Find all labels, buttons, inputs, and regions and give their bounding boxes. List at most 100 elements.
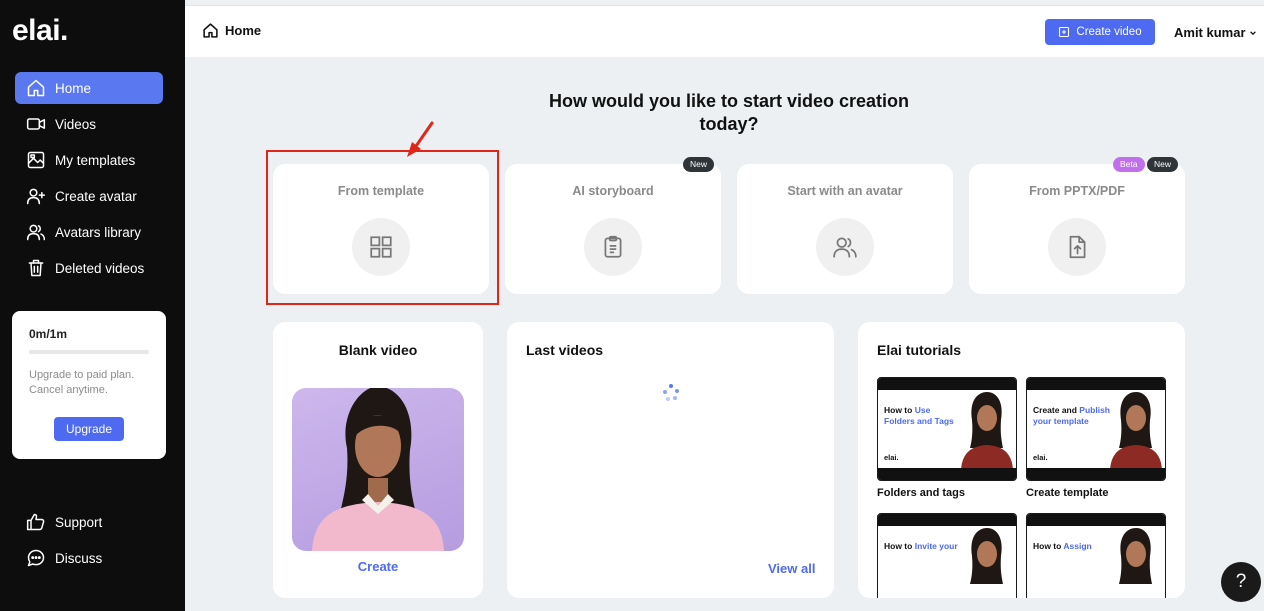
thumbs-up-icon	[26, 513, 45, 531]
sidebar-item-discuss[interactable]: Discuss	[15, 542, 163, 574]
thumb-band	[878, 378, 1016, 390]
thumb-title: Create and Publish your template	[1033, 405, 1111, 427]
pointer-arrow-icon	[407, 121, 434, 157]
sidebar-item-label: Videos	[55, 116, 97, 132]
thumb-band	[878, 468, 1016, 480]
card-title: Blank video	[338, 342, 418, 358]
option-icon-circle	[352, 218, 410, 276]
sidebar-item-label: Support	[55, 514, 103, 530]
plan-upgrade-text: Upgrade to paid plan. Cancel anytime.	[29, 368, 149, 398]
thumb-logo: elai.	[1033, 453, 1048, 462]
presenter-illustration	[1110, 392, 1162, 470]
sidebar-item-avatars-library[interactable]: Avatars library	[15, 216, 163, 248]
sidebar-item-videos[interactable]: Videos	[15, 108, 163, 140]
thumb-title-accent: Assign	[1063, 541, 1092, 551]
sidebar-item-label: Discuss	[55, 550, 103, 566]
clipboard-icon	[604, 235, 622, 258]
option-from-pptx-pdf[interactable]: Beta New From PPTX/PDF	[969, 157, 1185, 294]
option-from-template[interactable]: From template	[273, 164, 489, 294]
file-upload-icon	[1069, 235, 1086, 259]
thumb-title-text: Create and	[1033, 405, 1080, 415]
plan-usage-card: 0m/1m Upgrade to paid plan. Cancel anyti…	[12, 311, 166, 459]
thumb-band	[878, 514, 1016, 526]
sidebar-item-label: My templates	[55, 152, 136, 168]
thumb-title-text: How to	[1033, 541, 1064, 551]
create-blank-video-link[interactable]: Create	[273, 559, 483, 574]
sidebar-item-my-templates[interactable]: My templates	[15, 144, 163, 176]
sidebar-bottom-nav: Support Discuss	[15, 506, 163, 578]
elai-logo[interactable]: elai.	[12, 14, 68, 48]
user-menu[interactable]: Amit kumar	[1174, 25, 1257, 40]
new-video-icon	[1059, 26, 1070, 38]
chevron-down-icon	[1249, 30, 1256, 35]
thumb-title-accent: Invite your	[914, 541, 958, 551]
new-badge: New	[683, 157, 715, 172]
thumb-title: How to Assign	[1033, 541, 1111, 552]
option-icon-circle	[584, 218, 642, 276]
thumb-band	[1027, 378, 1165, 390]
option-label: From PPTX/PDF	[1029, 184, 1125, 198]
tutorials-card: Elai tutorials How to Use Folders and Ta…	[858, 322, 1185, 598]
headline-line: How would you like to start video creati…	[548, 91, 910, 111]
plan-text-line: Upgrade to paid plan.	[29, 369, 135, 381]
sidebar-nav: Home Videos My templates Create avatar A…	[15, 72, 163, 288]
option-label: From template	[337, 184, 425, 198]
option-ai-storyboard[interactable]: New AI storyboard	[505, 157, 721, 294]
option-label: AI storyboard	[572, 184, 654, 198]
video-camera-icon	[26, 118, 46, 130]
sidebar-item-create-avatar[interactable]: Create avatar	[15, 180, 163, 212]
sidebar-item-deleted-videos[interactable]: Deleted videos	[15, 252, 163, 284]
avatar-illustration	[312, 388, 444, 551]
sidebar-item-label: Deleted videos	[55, 260, 145, 276]
users-icon	[26, 224, 46, 241]
breadcrumb-label: Home	[225, 23, 262, 38]
users-icon	[833, 237, 857, 258]
thumb-band	[1027, 468, 1165, 480]
sidebar-item-support[interactable]: Support	[15, 506, 163, 538]
option-icon-circle	[1048, 218, 1106, 276]
top-bar: Home Create video Amit kumar	[185, 5, 1264, 57]
tutorial-thumbnail[interactable]: How to Invite your	[877, 513, 1017, 598]
tutorial-label[interactable]: Folders and tags	[877, 487, 965, 499]
last-videos-card: Last videos View all	[507, 322, 834, 598]
option-start-with-avatar[interactable]: Start with an avatar	[737, 164, 953, 294]
new-badge: New	[1147, 157, 1179, 172]
headline-line: today?	[699, 114, 759, 134]
option-label: Start with an avatar	[787, 184, 903, 198]
sidebar-item-label: Create avatar	[55, 188, 137, 204]
trash-icon	[28, 259, 44, 277]
tutorial-thumbnail[interactable]: How to Assign	[1026, 513, 1166, 598]
create-video-button[interactable]: Create video	[1045, 19, 1155, 45]
presenter-illustration	[1119, 528, 1152, 584]
user-name: Amit kumar	[1174, 25, 1246, 40]
usage-progress-bar	[29, 350, 149, 354]
thumb-title: How to Invite your	[884, 541, 962, 552]
blank-video-card: Blank video Create	[273, 322, 483, 598]
templates-icon	[27, 151, 45, 169]
create-video-label: Create video	[1076, 26, 1142, 38]
loading-spinner-icon	[663, 384, 679, 401]
user-plus-icon	[26, 188, 46, 205]
card-title: Elai tutorials	[877, 342, 962, 358]
page-headline: How would you like to start video creati…	[520, 90, 938, 136]
thumb-logo: elai.	[884, 453, 899, 462]
tutorial-label[interactable]: Create template	[1026, 487, 1109, 499]
presenter-illustration	[970, 528, 1003, 584]
upgrade-button[interactable]: Upgrade	[54, 417, 124, 441]
help-button[interactable]: ?	[1221, 562, 1261, 602]
view-all-link[interactable]: View all	[768, 561, 815, 576]
tutorial-thumbnail[interactable]: Create and Publish your template elai.	[1026, 377, 1166, 481]
plan-text-line: Cancel anytime.	[29, 384, 108, 396]
home-icon	[27, 79, 45, 97]
sidebar-item-home[interactable]: Home	[15, 72, 163, 104]
thumb-band	[1027, 514, 1165, 526]
avatar-image[interactable]	[292, 388, 464, 551]
chat-icon	[27, 549, 45, 567]
card-title: Last videos	[526, 342, 604, 358]
minutes-usage: 0m/1m	[29, 327, 68, 341]
breadcrumb: Home	[202, 22, 261, 39]
sidebar: elai. Home Videos My templates Create av…	[0, 0, 185, 611]
tutorial-thumbnail[interactable]: How to Use Folders and Tags elai.	[877, 377, 1017, 481]
option-icon-circle	[816, 218, 874, 276]
grid-icon	[370, 236, 392, 258]
